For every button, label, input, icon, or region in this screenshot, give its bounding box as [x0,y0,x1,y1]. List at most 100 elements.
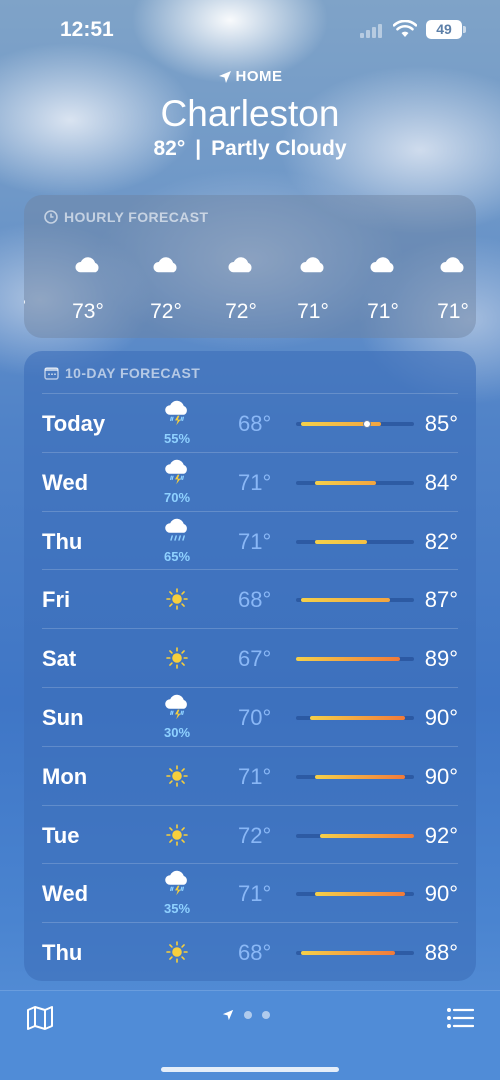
cloud-icon [228,257,252,273]
high-temp: 90° [424,763,458,789]
day-condition [157,576,197,622]
high-temp: 82° [424,528,458,554]
day-name: Thu [42,528,83,554]
day-row[interactable]: Wed 35% 71° 90° [42,863,458,921]
day-name: Sun [42,705,84,730]
status-time: 12:51 [60,18,114,41]
calendar-icon [44,367,59,380]
temp-range-bar [296,892,414,897]
low-temp: 70° [238,705,272,730]
rain-icon [165,518,187,541]
day-name: Tue [42,822,80,848]
day-row[interactable]: Tue 72° 92° [42,804,458,863]
current-temp-marker [362,420,371,428]
day-row[interactable]: Mon 71° 90° [42,745,458,804]
day-row[interactable]: Thu 68° 88° [42,922,458,980]
precipitation-chance: 30% [163,725,191,740]
ten-day-forecast-title: 10-DAY FORECAST [44,365,200,381]
current-summary: 82° | Partly Cloudy [0,137,500,161]
low-temp: 67° [238,646,272,672]
day-condition [157,753,197,799]
city-name: Charleston [160,93,340,134]
ten-day-forecast-card[interactable]: 10-DAY FORECAST Today 55% 68° 85° Wed 70% 71° 8… [24,351,476,981]
page-dot[interactable] [262,1011,270,1019]
day-row[interactable]: Thu 65% 71° 82° [42,510,458,569]
clock-icon [44,210,58,224]
hourly-item: 72° [211,253,271,324]
hourly-item: 73° [58,253,118,324]
cloud-icon [370,257,394,273]
day-row[interactable]: Sat 67° 89° [42,628,458,686]
precipitation-chance: 65% [163,548,191,564]
low-temp: 68° [238,587,272,613]
day-condition: 35% [157,870,197,916]
high-temp: 89° [424,646,458,672]
thunderstorm-icon [165,459,187,484]
home-label-row: HOME [0,68,500,85]
current-condition: Partly Cloudy [211,137,347,160]
temp-range-fill [314,892,405,897]
page-indicator[interactable] [222,1009,270,1021]
low-temp: 71° [238,469,272,495]
day-row[interactable]: Today 55% 68° 85° [42,393,458,451]
location-header: HOME Charleston 82° | Partly Cloudy [0,68,500,161]
hourly-item: 71° [353,253,413,324]
list-icon[interactable] [446,1005,474,1031]
temp-range-fill [296,657,400,662]
hourly-item: 71° [423,253,476,324]
high-temp: 84° [424,469,458,495]
page-dot[interactable] [244,1011,252,1019]
temp-range-bar [296,833,414,838]
day-name: Today [42,411,106,436]
day-name: Wed [42,881,89,907]
day-condition [157,929,197,975]
low-temp: 68° [238,411,272,436]
precipitation-chance: 70% [163,489,191,505]
sun-icon [166,764,188,787]
hourly-temp: 71° [367,300,399,323]
day-condition: 65% [157,518,197,564]
hourly-temp: ° [24,296,52,320]
day-name: Wed [42,469,89,495]
low-temp: 68° [238,940,272,966]
day-condition [157,812,197,858]
status-bar: 12:51 49 [0,0,500,60]
low-temp: 71° [238,763,272,789]
day-row[interactable]: Sun 30% 70° 90° [42,687,458,745]
location-arrow-icon [218,70,231,83]
bottom-toolbar [0,990,500,1080]
day-row[interactable]: Wed 70% 71° 84° [42,451,458,510]
wifi-icon [393,20,417,37]
map-icon[interactable] [26,1005,54,1031]
location-arrow-icon [222,1009,234,1021]
temp-range-bar [296,716,414,720]
temp-range-bar [296,598,414,603]
temp-range-fill [314,480,377,485]
high-temp: 88° [424,940,458,966]
high-temp: 85° [424,411,458,436]
thunderstorm-icon [165,694,187,720]
day-row[interactable]: Fri 68° 87° [42,569,458,627]
thunderstorm-icon [165,871,187,896]
sun-icon [166,647,188,669]
temp-range-fill [310,716,405,720]
day-name: Thu [42,940,83,966]
high-temp: 92° [424,822,458,848]
hourly-temp: 73° [72,300,104,323]
cloud-icon [300,257,324,273]
current-temp: 82° [153,137,186,160]
temp-range-bar [296,539,414,544]
day-condition [157,635,197,681]
hourly-item: 71° [283,253,343,324]
temp-range-bar [296,774,414,779]
sun-icon [166,588,188,611]
temp-range-fill [300,951,396,956]
hourly-forecast-card[interactable]: HOURLY FORECAST ° 73° 72° 72° 71° 71° 71° [24,195,476,338]
hourly-temp: 71° [297,300,329,323]
cloud-icon [75,257,99,273]
temp-range-bar [296,420,414,428]
hourly-temp: 71° [437,300,469,323]
sun-icon [166,823,188,846]
home-indicator[interactable] [161,1067,339,1072]
precipitation-chance: 35% [163,901,191,917]
